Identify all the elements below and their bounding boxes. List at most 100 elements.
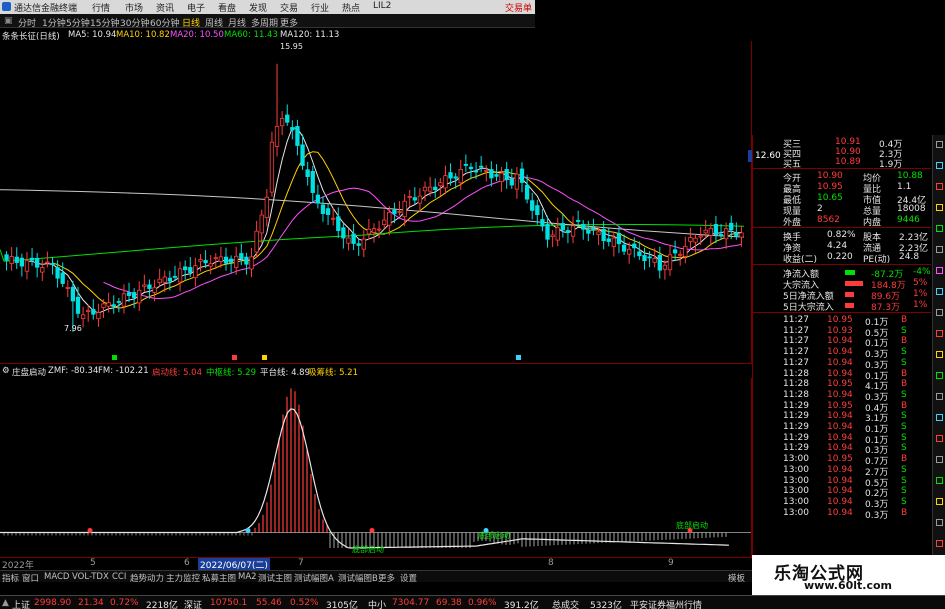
menu-item[interactable]: 看盘	[218, 1, 236, 14]
side-tool-icon[interactable]	[936, 519, 943, 526]
indicator-chart[interactable]: 25002000150010005000.00 底部启动 底部启动 底部启动	[0, 378, 752, 558]
side-tool-icon[interactable]	[936, 330, 943, 337]
indicator-tab[interactable]: VOL-TDX	[72, 572, 109, 582]
side-tool-icon[interactable]	[936, 204, 943, 211]
indicator-tab[interactable]: 测试幅图B	[338, 572, 378, 584]
candle-body	[657, 254, 662, 271]
period-tab[interactable]: 30分钟	[120, 16, 149, 29]
candle-body	[35, 258, 40, 268]
indicator-tab[interactable]: 测试幅图A	[294, 572, 334, 584]
period-tab[interactable]: 60分钟	[150, 16, 179, 29]
date-month: 7	[298, 558, 304, 568]
side-tool-icon[interactable]	[936, 225, 943, 232]
total-amount: 5323亿	[590, 601, 622, 609]
candle-body	[570, 225, 576, 237]
side-tool-icon[interactable]	[936, 456, 943, 463]
menu-item[interactable]: 交易	[280, 1, 298, 14]
side-tool-icon[interactable]	[936, 477, 943, 484]
menu-item[interactable]: LIL2	[373, 1, 391, 11]
flow-pct: -4%	[913, 267, 931, 277]
side-tool-icon[interactable]	[936, 435, 943, 442]
tick-time: 11:29	[783, 422, 809, 432]
indicator-tab[interactable]: 趋势动力	[130, 572, 164, 584]
menu-item[interactable]: 电子	[187, 1, 205, 14]
status-bar: ▲ 上证 2998.90 21.34 0.72% 2218亿 深证 10750.…	[0, 595, 945, 609]
side-tool-icon[interactable]	[936, 414, 943, 421]
period-tab[interactable]: 月线	[228, 16, 246, 29]
indicator-tab[interactable]: 窗口	[22, 572, 39, 584]
side-tool-icon[interactable]	[936, 183, 943, 190]
indicator-name[interactable]: 庄盘启动	[12, 366, 46, 378]
indicator-gear-icon[interactable]: ⚙	[2, 366, 10, 376]
indicator-tab[interactable]: CCI	[112, 572, 126, 582]
tick-time: 11:28	[783, 379, 809, 390]
indicator-tab[interactable]: 私募主图	[202, 572, 236, 584]
indicator-tab[interactable]: 指标	[2, 572, 19, 584]
candle-body	[300, 144, 305, 166]
window-title: 通达信金融终端	[14, 4, 78, 14]
chart-divider	[0, 363, 752, 364]
side-tool-icon[interactable]	[936, 267, 943, 274]
side-tool-icon[interactable]	[936, 372, 943, 379]
index-amount: 391.2亿	[504, 601, 539, 609]
candle-body	[392, 209, 397, 215]
broker-label: 平安证券福州行情	[630, 601, 703, 609]
candle-body	[647, 256, 652, 259]
candle-body	[621, 244, 627, 252]
menu-item[interactable]: 热点	[342, 1, 360, 14]
side-tool-icon[interactable]	[936, 246, 943, 253]
indicator-tab[interactable]: 测试主图	[258, 572, 292, 584]
period-tab[interactable]: 多周期	[251, 16, 278, 29]
period-tab[interactable]: 分时	[18, 16, 36, 29]
ma10-label: MA10: 10.82	[116, 30, 170, 40]
tick-side: B	[901, 315, 908, 325]
tick-price: 10.94	[827, 357, 853, 368]
template-tab[interactable]: 模板	[728, 572, 745, 584]
side-tool-icon[interactable]	[936, 393, 943, 400]
trade-brand[interactable]: 交易单	[505, 1, 532, 14]
side-tool-icon[interactable]	[936, 540, 943, 547]
indicator-tab[interactable]: MA2	[238, 572, 257, 582]
side-tool-icon[interactable]	[936, 351, 943, 358]
candle-body	[448, 172, 453, 179]
period-tab[interactable]: 更多	[280, 16, 298, 29]
period-tab[interactable]: 周线	[205, 16, 223, 29]
period-tab-active[interactable]: 日线	[182, 16, 200, 29]
period-tab[interactable]: 1分钟	[42, 16, 66, 29]
candle-body	[24, 260, 30, 272]
candle-body	[688, 237, 693, 242]
toolbar-icon[interactable]: ▣	[4, 16, 13, 26]
stat-value: 4.24	[827, 241, 848, 251]
menu-item[interactable]: 行情	[92, 1, 110, 14]
candle-body	[489, 169, 494, 179]
stat-value: 8562	[817, 215, 840, 225]
menu-item[interactable]: 发现	[249, 1, 267, 14]
side-tool-icon[interactable]	[936, 162, 943, 169]
flow-bar	[845, 270, 855, 275]
tick-time: 11:29	[783, 411, 809, 422]
side-tool-icon[interactable]	[936, 288, 943, 295]
candle-body	[310, 171, 315, 193]
period-tab[interactable]: 5分钟	[66, 16, 90, 29]
index-pct: 0.72%	[110, 598, 139, 608]
tick-price: 10.94	[827, 443, 853, 454]
side-tool-icon[interactable]	[936, 141, 943, 148]
status-icon[interactable]: ▲	[2, 598, 9, 608]
menu-item[interactable]: 资讯	[156, 1, 174, 14]
index-pct: 0.96%	[468, 598, 497, 608]
tick-time: 13:00	[783, 486, 809, 497]
indicator-marker	[245, 528, 251, 534]
candle-body	[346, 237, 351, 244]
period-tab[interactable]: 15分钟	[90, 16, 119, 29]
kline-chart[interactable]: 13.0012.5012.0011.5011.0010.5010.009.509…	[0, 41, 752, 363]
tick-price: 10.94	[827, 464, 853, 475]
indicator-tab[interactable]: 主力监控	[166, 572, 200, 584]
menu-item[interactable]: 行业	[311, 1, 329, 14]
indicator-tab[interactable]: MACD	[44, 572, 69, 582]
menu-item[interactable]: 市场	[125, 1, 143, 14]
side-tool-icon[interactable]	[936, 498, 943, 505]
candle-body	[382, 219, 387, 225]
indicator-tab[interactable]: 设置	[400, 572, 417, 584]
indicator-tab[interactable]: 更多	[378, 572, 395, 584]
side-tool-icon[interactable]	[936, 309, 943, 316]
